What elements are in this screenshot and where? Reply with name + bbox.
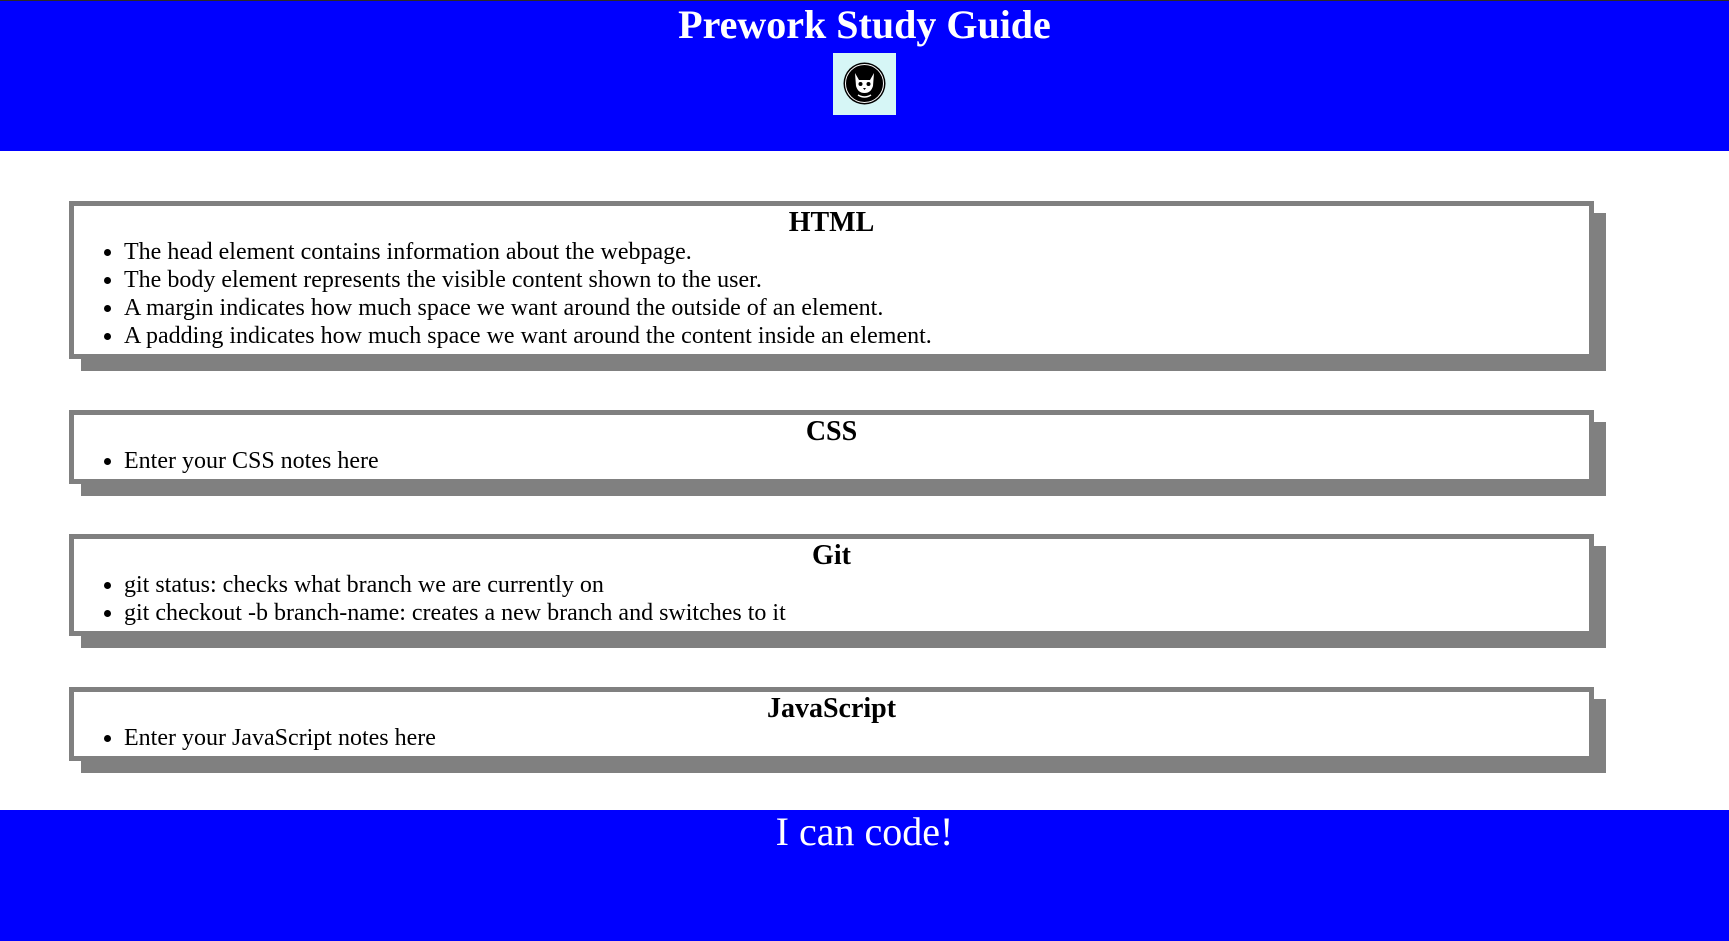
- section-git: Git git status: checks what branch we ar…: [69, 534, 1594, 636]
- list-item: The head element contains information ab…: [124, 238, 1589, 266]
- section-title-html: HTML: [788, 207, 875, 238]
- list-item: Enter your CSS notes here: [124, 447, 1589, 475]
- section-title-git: Git: [812, 540, 851, 571]
- page-footer: I can code!: [0, 810, 1729, 941]
- list-item: A margin indicates how much space we wan…: [124, 294, 1589, 322]
- notes-list-javascript: Enter your JavaScript notes here: [74, 724, 1589, 752]
- notes-list-html: The head element contains information ab…: [74, 238, 1589, 350]
- list-item: The body element represents the visible …: [124, 266, 1589, 294]
- notes-list-git: git status: checks what branch we are cu…: [74, 571, 1589, 627]
- notes-list-css: Enter your CSS notes here: [74, 447, 1589, 475]
- page-title: Prework Study Guide: [678, 2, 1051, 47]
- list-item: git status: checks what branch we are cu…: [124, 571, 1589, 599]
- page: Prework Study Guide HTML The head elemen…: [0, 0, 1729, 941]
- page-header: Prework Study Guide: [0, 0, 1729, 151]
- section-title-css: CSS: [805, 416, 858, 447]
- list-item: git checkout -b branch-name: creates a n…: [124, 599, 1589, 627]
- section-css: CSS Enter your CSS notes here: [69, 410, 1594, 484]
- section-html: HTML The head element contains informati…: [69, 201, 1594, 359]
- section-title-javascript: JavaScript: [766, 693, 897, 724]
- footer-text: I can code!: [775, 809, 954, 854]
- logo: [833, 53, 896, 115]
- section-javascript: JavaScript Enter your JavaScript notes h…: [69, 687, 1594, 761]
- cat-face-icon: [843, 62, 886, 105]
- list-item: Enter your JavaScript notes here: [124, 724, 1589, 752]
- list-item: A padding indicates how much space we wa…: [124, 322, 1589, 350]
